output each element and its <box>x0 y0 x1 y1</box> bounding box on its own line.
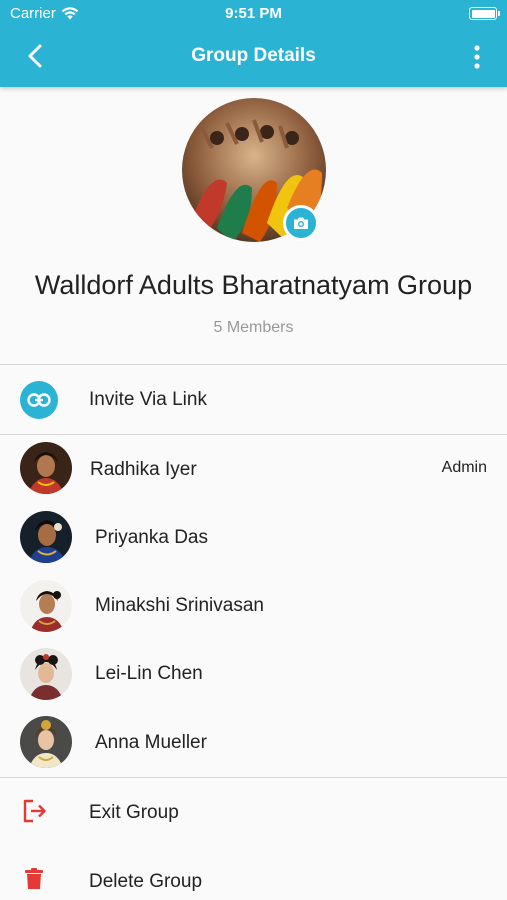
avatar <box>20 580 72 632</box>
invite-via-link-label: Invite Via Link <box>89 389 207 410</box>
exit-group-button[interactable] <box>0 778 507 846</box>
app-header: Carrier 9:51 PM Group Details <box>0 0 507 87</box>
member-name: Minakshi Srinivasan <box>95 595 264 616</box>
member-name: Anna Mueller <box>95 732 207 753</box>
admin-badge: Admin <box>441 459 487 476</box>
status-time: 9:51 PM <box>225 5 282 22</box>
member-row[interactable] <box>0 503 507 571</box>
more-vertical-icon[interactable] <box>467 44 487 70</box>
member-row[interactable] <box>0 707 507 776</box>
invite-via-link-row[interactable] <box>0 365 507 434</box>
battery-icon <box>469 7 500 20</box>
camera-icon <box>294 217 308 229</box>
member-count: 5 Members <box>213 319 294 336</box>
avatar <box>20 648 72 700</box>
trash-icon <box>25 868 43 889</box>
delete-group-button[interactable] <box>0 846 507 900</box>
group-name: Walldorf Adults Bharatnatyam Group <box>34 270 473 300</box>
link-icon <box>27 393 51 407</box>
member-row[interactable] <box>0 639 507 707</box>
member-name: Radhika Iyer <box>90 459 197 480</box>
member-name: Lei-Lin Chen <box>95 663 203 684</box>
avatar <box>20 511 72 563</box>
link-icon-badge <box>20 381 58 419</box>
exit-group-label: Exit Group <box>89 802 179 823</box>
delete-group-label: Delete Group <box>89 871 203 892</box>
page-title: Group Details <box>191 45 316 66</box>
avatar <box>20 716 72 768</box>
status-bar: Carrier 9:51 PM <box>0 0 507 28</box>
exit-icon <box>23 799 46 823</box>
change-photo-button[interactable] <box>283 205 319 241</box>
avatar <box>20 442 72 494</box>
member-name: Priyanka Das <box>95 527 208 548</box>
member-row[interactable] <box>0 435 507 503</box>
